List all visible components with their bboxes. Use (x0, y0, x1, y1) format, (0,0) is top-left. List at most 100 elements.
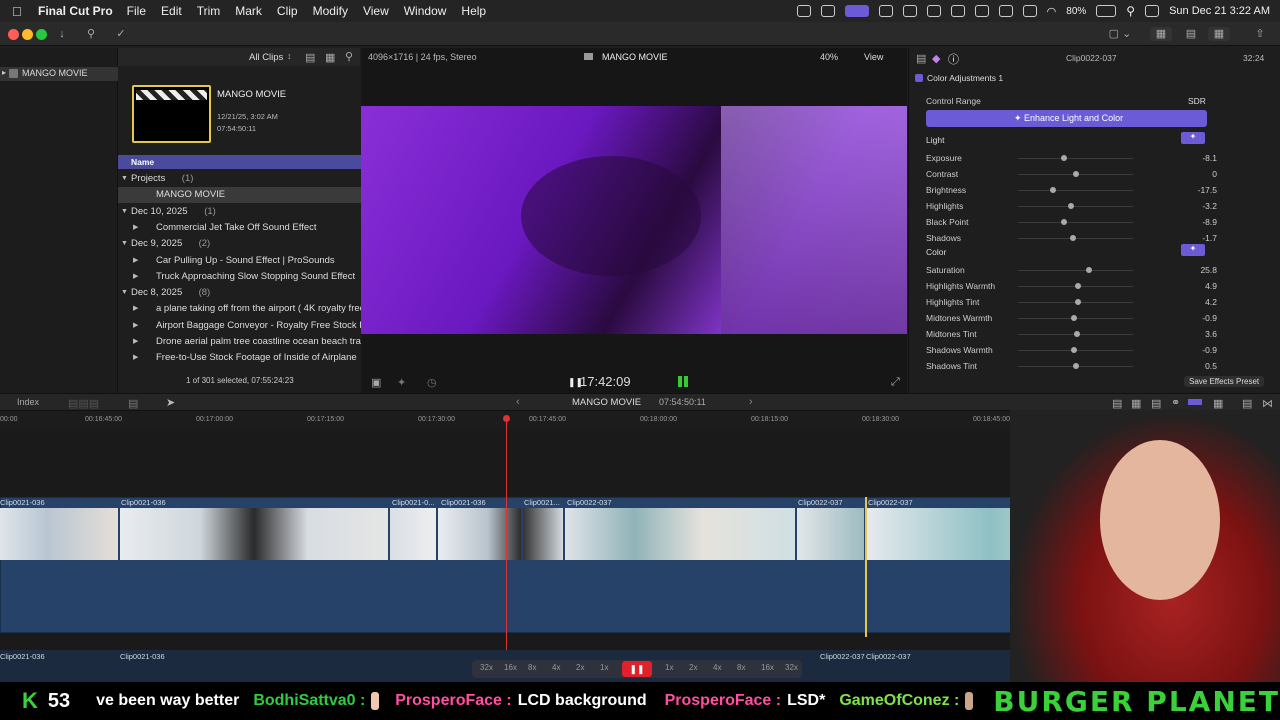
background-tasks-icon[interactable]: ✓ (111, 27, 131, 41)
browser-item-row[interactable]: ▶ Free-to-Use Stock Footage of Inside of … (118, 350, 361, 366)
control-range-dropdown[interactable]: SDR (1188, 96, 1206, 106)
param-saturation[interactable]: Saturation 25.8 (926, 264, 1217, 278)
display-icon[interactable] (998, 5, 1013, 17)
param-slider[interactable] (1018, 270, 1133, 271)
connect-icon[interactable]: ▤▤▤ (68, 397, 99, 410)
clip-name[interactable]: Clip0022-037 (868, 498, 913, 507)
menu-edit[interactable]: Edit (161, 4, 182, 18)
playhead[interactable] (506, 415, 507, 660)
filmstrip-view-icon[interactable]: ▤ (305, 51, 315, 64)
param-slider-knob[interactable] (1070, 235, 1077, 241)
speed-option[interactable]: 4x (713, 663, 721, 672)
browser-item-row[interactable]: ▶ Car Pulling Up - Sound Effect | ProSoun… (118, 253, 361, 269)
disclosure-icon[interactable]: ▶ (133, 220, 138, 236)
wifi-icon[interactable]: ◠ (1047, 5, 1057, 18)
status-icon-2[interactable] (820, 5, 835, 17)
disclosure-icon[interactable]: ▶ (133, 253, 138, 269)
video-frame[interactable] (361, 106, 907, 334)
enhance-icon[interactable]: ✦ (397, 376, 406, 389)
app-name-menu[interactable]: Final Cut Pro (38, 4, 113, 18)
date-group-row[interactable]: ▼ Dec 10, 2025 (1) (118, 204, 361, 220)
speed-option[interactable]: 8x (528, 663, 536, 672)
param-value[interactable]: 4.9 (1177, 281, 1217, 291)
overwrite-icon[interactable]: ▤ (128, 397, 138, 410)
clock[interactable]: Sun Dec 21 3:22 AM (1169, 5, 1270, 17)
control-center-icon[interactable] (1145, 5, 1160, 17)
info-icon[interactable]: ⓘ (948, 51, 959, 67)
video-inspector-icon[interactable]: ▤ (916, 52, 926, 65)
param-slider-knob[interactable] (1074, 283, 1081, 289)
playhead-handle[interactable] (503, 415, 510, 422)
inspector-toggle-icon[interactable]: ▦ (1208, 27, 1230, 41)
transform-icon[interactable]: ▣ (371, 376, 381, 389)
speed-option[interactable]: 32x (480, 663, 493, 672)
disclosure-icon[interactable]: ▶ (133, 301, 138, 317)
browser-item-row[interactable]: ▶ Drone aerial palm tree coastline ocean … (118, 334, 361, 350)
clip-thumbnail[interactable] (797, 508, 864, 560)
play-status-icon[interactable] (926, 5, 941, 17)
param-value[interactable]: -3.2 (1177, 201, 1217, 211)
zoom-dropdown[interactable]: 40% (820, 52, 838, 62)
speed-icon[interactable]: ◷ (427, 376, 437, 389)
param-highlights-warmth[interactable]: Highlights Warmth 4.9 (926, 280, 1217, 294)
browser-item-row[interactable]: ▶ Airport Baggage Conveyor - Royalty Free… (118, 318, 361, 334)
browser-toggle-icon[interactable]: ▦ (1150, 27, 1172, 41)
param-value[interactable]: 25.8 (1177, 265, 1217, 275)
disclosure-icon[interactable]: ▶ (133, 350, 138, 366)
speed-option[interactable]: 2x (576, 663, 584, 672)
speed-option[interactable]: 1x (600, 663, 608, 672)
keywords-icon[interactable]: ⚲ (81, 27, 101, 41)
param-midtones-warmth[interactable]: Midtones Warmth -0.9 (926, 312, 1217, 326)
audio-skimming-icon[interactable]: ▤ (1151, 397, 1161, 410)
param-slider[interactable] (1018, 222, 1133, 223)
param-value[interactable]: -1.7 (1177, 233, 1217, 243)
param-value[interactable]: 4.2 (1177, 297, 1217, 307)
fullscreen-icon[interactable]: ⤢ (891, 376, 900, 389)
date-group-row[interactable]: ▼ Projects (1) (118, 171, 361, 187)
clip-name[interactable]: Clip0022-037 (798, 498, 843, 507)
speed-option[interactable]: 16x (761, 663, 774, 672)
status-icon-1[interactable] (796, 5, 811, 17)
param-slider-knob[interactable] (1071, 347, 1078, 353)
clip-appearance-timeline-icon[interactable]: ▦ (1213, 397, 1223, 410)
color-inspector-icon[interactable]: ◆ (932, 52, 940, 65)
param-brightness[interactable]: Brightness -17.5 (926, 184, 1217, 198)
param-slider-knob[interactable] (1072, 171, 1079, 177)
playhead-timecode[interactable]: 17:42:09 (580, 374, 631, 389)
browser-item-row[interactable]: MANGO MOVIE (118, 187, 361, 204)
battery-percent[interactable]: 80% (1066, 6, 1086, 17)
disclosure-icon[interactable]: ▼ (121, 236, 128, 252)
param-slider-knob[interactable] (1073, 331, 1080, 337)
menu-mark[interactable]: Mark (235, 4, 262, 18)
clip-name[interactable]: Clip0021-036 (0, 498, 45, 507)
date-group-row[interactable]: ▼ Dec 9, 2025 (2) (118, 236, 361, 252)
battery-icon[interactable] (1096, 5, 1117, 17)
save-effects-preset-button[interactable]: Save Effects Preset (1184, 376, 1265, 387)
param-slider-knob[interactable] (1086, 267, 1093, 273)
timeline-project-name[interactable]: MANGO MOVIE (572, 397, 641, 408)
screen-record-icon[interactable] (844, 5, 869, 17)
volume-icon[interactable] (950, 5, 965, 17)
clip-thumbnail[interactable] (0, 508, 118, 560)
menu-clip[interactable]: Clip (277, 4, 298, 18)
close-window-button[interactable] (8, 29, 19, 40)
param-exposure[interactable]: Exposure -8.1 (926, 152, 1217, 166)
param-slider-knob[interactable] (1061, 155, 1067, 161)
clip-name[interactable]: Clip0021-036 (441, 498, 486, 507)
speed-option[interactable]: 16x (504, 663, 517, 672)
snapping-icon[interactable]: ▦ (1131, 397, 1141, 410)
param-highlights[interactable]: Highlights -3.2 (926, 200, 1217, 214)
clip-thumbnail[interactable] (565, 508, 795, 560)
speed-option[interactable]: 1x (665, 663, 673, 672)
import-icon[interactable]: ↓ (52, 27, 72, 41)
bluetooth-icon[interactable] (1022, 5, 1037, 17)
effect-dropdown[interactable]: Color Adjustments 1 (927, 73, 1003, 83)
param-value[interactable]: -8.9 (1177, 217, 1217, 227)
disclosure-icon[interactable]: ▼ (121, 171, 128, 187)
date-group-row[interactable]: ▼ Dec 8, 2025 (8) (118, 285, 361, 301)
spotlight-icon[interactable]: ⚲ (1126, 4, 1135, 18)
minimize-window-button[interactable] (22, 29, 33, 40)
clip-skimming-icon[interactable]: ▤ (1112, 397, 1122, 410)
index-button[interactable]: Index (17, 397, 39, 407)
status-icon-5[interactable] (974, 5, 989, 17)
